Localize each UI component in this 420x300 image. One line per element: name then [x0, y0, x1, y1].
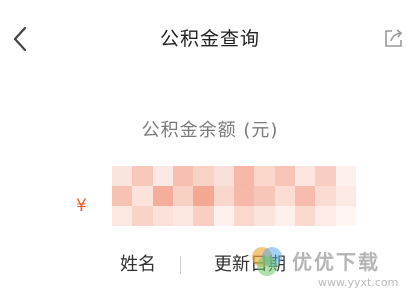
watermark-url: www.yyxt.com [318, 276, 399, 289]
name-label: 姓名 [120, 254, 156, 275]
balance-label: 公积金余额 (元) [141, 120, 279, 141]
currency-symbol: ¥ [76, 196, 87, 216]
page-title: 公积金查询 [159, 28, 260, 50]
share-icon [385, 29, 403, 47]
share-button[interactable] [382, 26, 406, 50]
top-bar: 公积金查询 [0, 0, 420, 78]
watermark-text: 优优下载 [292, 250, 380, 274]
balance-amount-masked [112, 166, 356, 226]
watermark-logo-icon [252, 247, 282, 276]
divider [180, 256, 181, 274]
